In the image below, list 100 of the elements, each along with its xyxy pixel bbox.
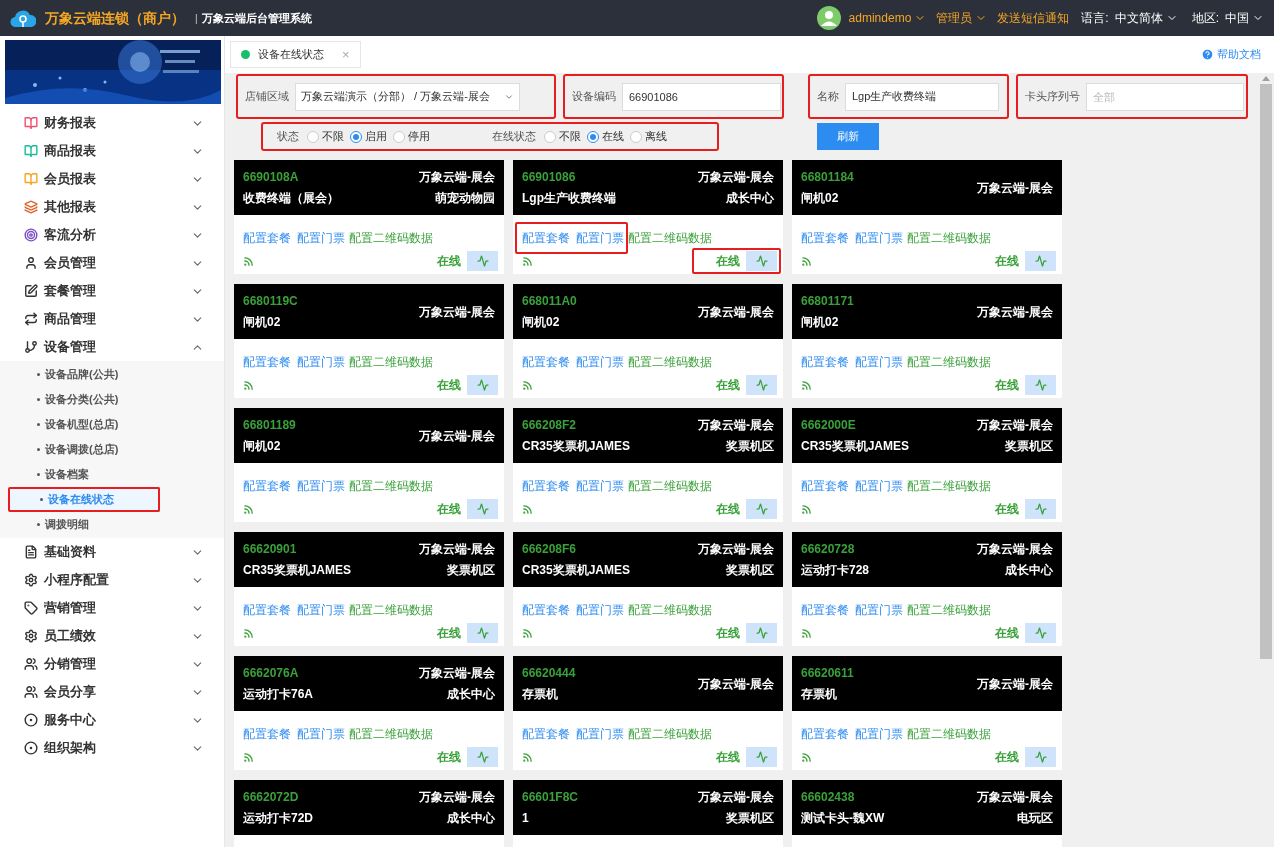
scroll-up-icon[interactable] — [1262, 75, 1270, 81]
config-link[interactable]: 配置门票 — [576, 601, 624, 619]
config-link[interactable]: 配置二维码数据 — [628, 353, 712, 371]
activity-button[interactable] — [1025, 747, 1056, 767]
config-link[interactable]: 配置套餐 — [243, 477, 291, 495]
radio-option[interactable]: 离线 — [630, 128, 667, 145]
activity-button[interactable] — [467, 747, 498, 767]
language-menu[interactable]: 中文简体 — [1114, 9, 1178, 27]
config-link[interactable]: 配置门票 — [855, 229, 903, 247]
help-link[interactable]: 帮助文档 — [1201, 46, 1261, 63]
input-field[interactable]: 全部 — [1086, 82, 1244, 111]
config-link[interactable]: 配置二维码数据 — [628, 725, 712, 743]
menu-item[interactable]: 营销管理 — [5, 594, 224, 622]
menu-item[interactable]: 设备管理 — [5, 333, 224, 361]
role-menu[interactable]: 管理员 — [936, 9, 988, 27]
menu-item[interactable]: 财务报表 — [5, 109, 224, 137]
store-area-select[interactable]: 万象云端演示（分部） / 万象云端-展会 — [295, 82, 520, 111]
menu-item[interactable]: 组织架构 — [5, 734, 224, 762]
menu-item[interactable]: 商品报表 — [5, 137, 224, 165]
menu-item[interactable]: 其他报表 — [5, 193, 224, 221]
activity-button[interactable] — [467, 499, 498, 519]
submenu-item[interactable]: 设备档案 — [5, 462, 224, 487]
region-menu[interactable]: 中国 — [1225, 9, 1264, 27]
config-link[interactable]: 配置二维码数据 — [628, 601, 712, 619]
config-link[interactable]: 配置套餐 — [243, 229, 291, 247]
config-link[interactable]: 配置套餐 — [801, 229, 849, 247]
config-link[interactable]: 配置套餐 — [801, 725, 849, 743]
activity-button[interactable] — [1025, 375, 1056, 395]
menu-item[interactable]: 套餐管理 — [5, 277, 224, 305]
activity-button[interactable] — [746, 499, 777, 519]
radio-option[interactable]: 启用 — [350, 128, 387, 145]
config-link[interactable]: 配置套餐 — [801, 477, 849, 495]
config-link[interactable]: 配置套餐 — [801, 601, 849, 619]
submenu-item[interactable]: 设备机型(总店) — [5, 412, 224, 437]
menu-item[interactable]: 基础资料 — [5, 538, 224, 566]
submenu-item[interactable]: 设备调拨(总店) — [5, 437, 224, 462]
menu-item[interactable]: 会员管理 — [5, 249, 224, 277]
config-link[interactable]: 配置套餐 — [522, 353, 570, 371]
config-link[interactable]: 配置门票 — [297, 229, 345, 247]
config-link[interactable]: 配置门票 — [576, 725, 624, 743]
menu-item[interactable]: 分销管理 — [5, 650, 224, 678]
menu-item[interactable]: 商品管理 — [5, 305, 224, 333]
sms-link[interactable]: 发送短信通知 — [997, 9, 1070, 27]
config-link[interactable]: 配置门票 — [297, 725, 345, 743]
submenu-item[interactable]: 设备在线状态 — [8, 487, 160, 512]
activity-button[interactable] — [746, 375, 777, 395]
activity-button[interactable] — [1025, 499, 1056, 519]
config-link[interactable]: 配置门票 — [855, 725, 903, 743]
radio-option[interactable]: 在线 — [587, 128, 624, 145]
menu-item[interactable]: 员工绩效 — [5, 622, 224, 650]
config-link[interactable]: 配置套餐 — [522, 229, 570, 247]
config-link[interactable]: 配置二维码数据 — [349, 601, 433, 619]
config-link[interactable]: 配置二维码数据 — [907, 477, 991, 495]
config-link[interactable]: 配置二维码数据 — [349, 477, 433, 495]
config-link[interactable]: 配置门票 — [576, 229, 624, 247]
radio-option[interactable]: 停用 — [393, 128, 430, 145]
user-menu[interactable]: admindemo — [848, 9, 927, 27]
config-link[interactable]: 配置套餐 — [522, 601, 570, 619]
config-link[interactable]: 配置套餐 — [243, 725, 291, 743]
submenu-item[interactable]: 调拨明细 — [5, 512, 224, 537]
config-link[interactable]: 配置二维码数据 — [349, 229, 433, 247]
config-link[interactable]: 配置二维码数据 — [907, 353, 991, 371]
config-link[interactable]: 配置门票 — [297, 601, 345, 619]
config-link[interactable]: 配置二维码数据 — [628, 477, 712, 495]
config-link[interactable]: 配置二维码数据 — [349, 725, 433, 743]
config-link[interactable]: 配置二维码数据 — [907, 229, 991, 247]
config-link[interactable]: 配置二维码数据 — [907, 601, 991, 619]
menu-item[interactable]: 客流分析 — [5, 221, 224, 249]
activity-button[interactable] — [746, 623, 777, 643]
config-link[interactable]: 配置二维码数据 — [907, 725, 991, 743]
input-field[interactable]: 66901086 — [622, 82, 781, 111]
close-icon[interactable]: × — [342, 44, 350, 65]
activity-button[interactable] — [746, 747, 777, 767]
config-link[interactable]: 配置套餐 — [522, 477, 570, 495]
activity-button[interactable] — [746, 251, 777, 271]
input-field[interactable]: Lgp生产收费终端 — [845, 82, 999, 111]
config-link[interactable]: 配置门票 — [855, 601, 903, 619]
menu-item[interactable]: 服务中心 — [5, 706, 224, 734]
activity-button[interactable] — [1025, 623, 1056, 643]
radio-option[interactable]: 不限 — [544, 128, 581, 145]
activity-button[interactable] — [1025, 251, 1056, 271]
page-tab[interactable]: 设备在线状态 × — [230, 41, 361, 68]
submenu-item[interactable]: 设备品牌(公共) — [5, 362, 224, 387]
activity-button[interactable] — [467, 623, 498, 643]
config-link[interactable]: 配置门票 — [855, 477, 903, 495]
menu-item[interactable]: 会员报表 — [5, 165, 224, 193]
refresh-button[interactable]: 刷新 — [817, 123, 879, 150]
activity-button[interactable] — [467, 375, 498, 395]
radio-option[interactable]: 不限 — [307, 128, 344, 145]
config-link[interactable]: 配置门票 — [855, 353, 903, 371]
config-link[interactable]: 配置套餐 — [801, 353, 849, 371]
config-link[interactable]: 配置门票 — [576, 477, 624, 495]
config-link[interactable]: 配置二维码数据 — [628, 229, 712, 247]
menu-item[interactable]: 小程序配置 — [5, 566, 224, 594]
config-link[interactable]: 配置门票 — [297, 353, 345, 371]
submenu-item[interactable]: 设备分类(公共) — [5, 387, 224, 412]
config-link[interactable]: 配置套餐 — [522, 725, 570, 743]
config-link[interactable]: 配置门票 — [576, 353, 624, 371]
activity-button[interactable] — [467, 251, 498, 271]
config-link[interactable]: 配置二维码数据 — [349, 353, 433, 371]
